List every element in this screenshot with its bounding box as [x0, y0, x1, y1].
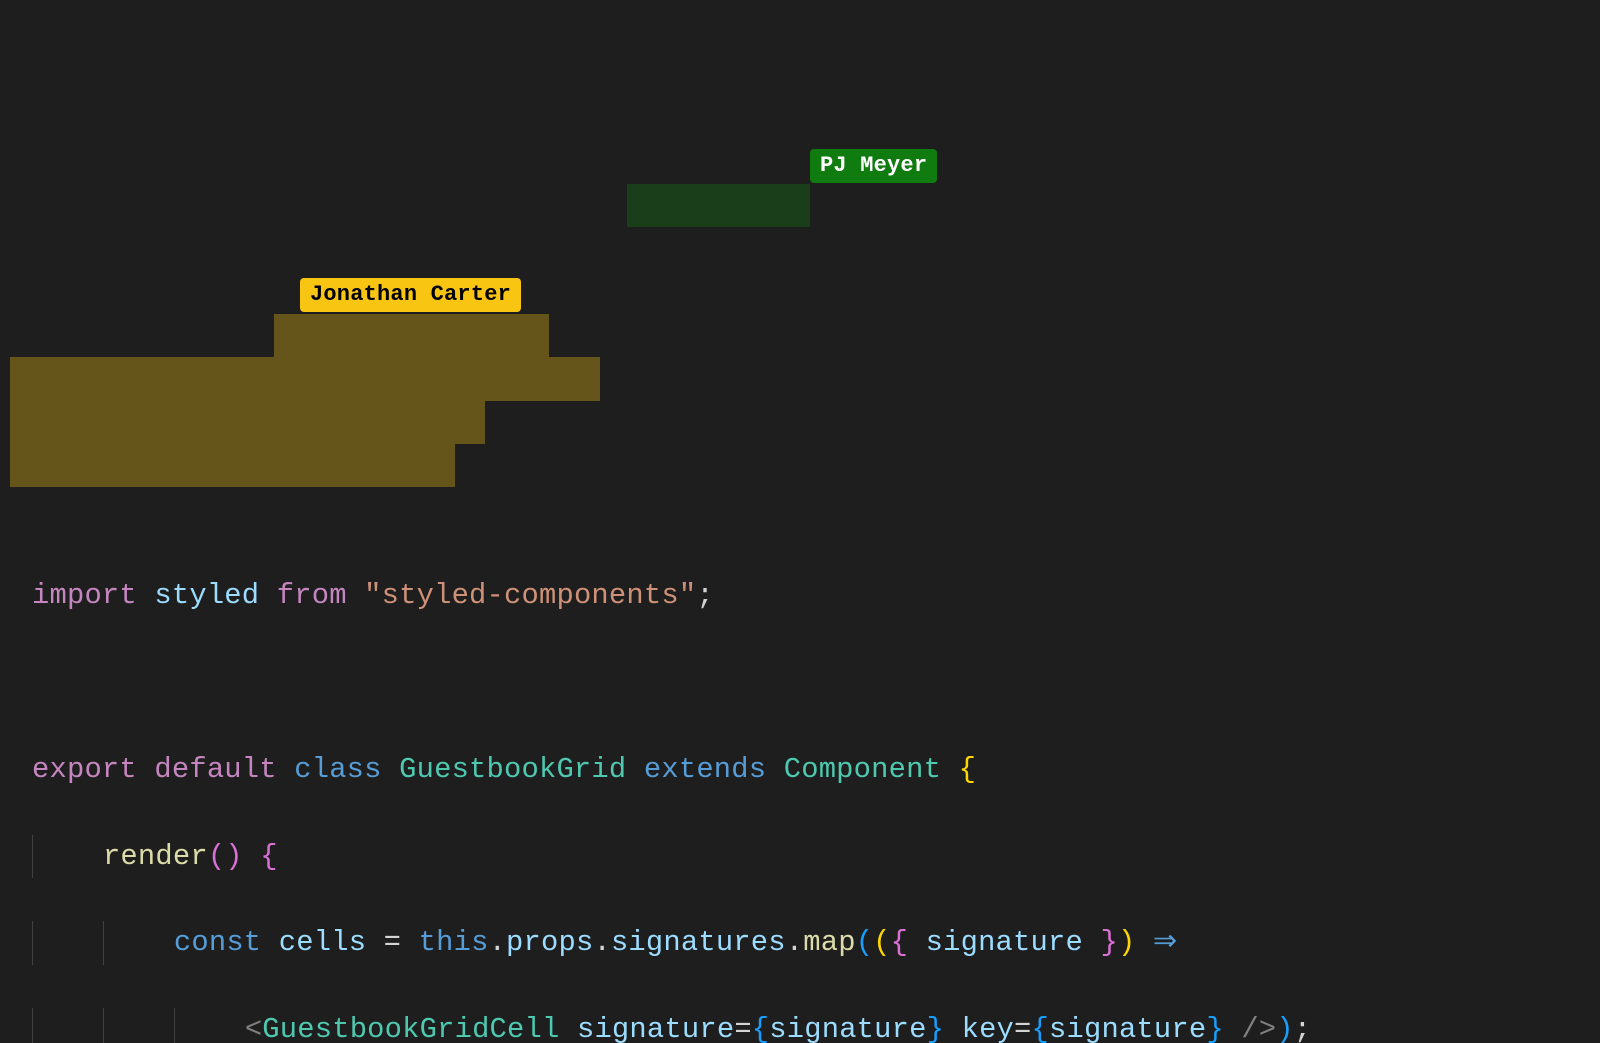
code-line[interactable]: render() { — [32, 835, 1600, 878]
remote-selection-yellow — [10, 444, 455, 487]
code-line[interactable]: export default class GuestbookGrid exten… — [32, 748, 1600, 791]
code-editor[interactable]: PJ Meyer Jonathan Carter import styled f… — [0, 0, 1600, 1043]
remote-selection-yellow — [10, 357, 600, 400]
remote-cursor-label-jonathan: Jonathan Carter — [300, 278, 521, 312]
code-line[interactable]: <GuestbookGridCell signature={signature}… — [32, 1008, 1600, 1043]
code-line[interactable]: const cells = this.props.signatures.map(… — [32, 921, 1600, 964]
code-line[interactable] — [32, 661, 1600, 704]
remote-selection-yellow — [10, 401, 485, 444]
code-line[interactable]: import styled from "styled-components"; — [32, 574, 1600, 617]
remote-selection-green — [627, 184, 810, 227]
remote-selection-yellow — [274, 314, 549, 357]
remote-cursor-label-pj: PJ Meyer — [810, 149, 937, 183]
